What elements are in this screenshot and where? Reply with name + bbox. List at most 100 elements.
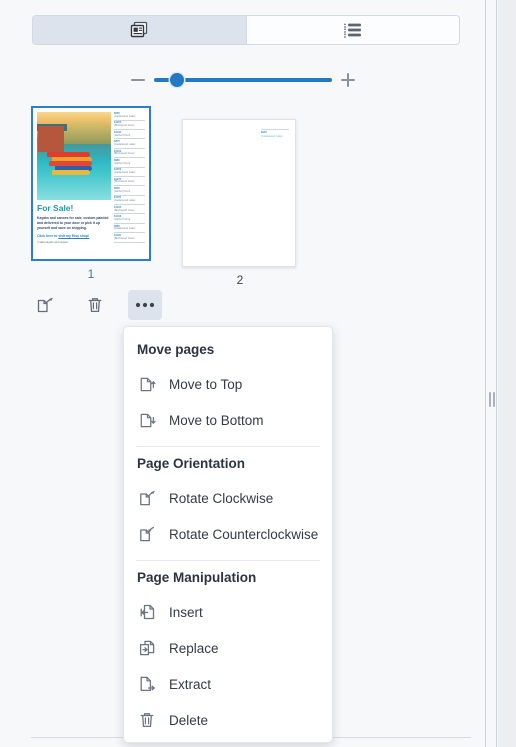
menu-item-replace[interactable]: Replace <box>124 630 332 666</box>
tab-list-view[interactable] <box>245 16 459 44</box>
flyer-link[interactable]: Click here to visit my Etsy shop! <box>37 234 111 238</box>
page-thumbnails-icon <box>130 21 149 39</box>
flyer-link-text[interactable]: visit my Etsy shop! <box>58 234 89 238</box>
flyer-price-location: (Harbor Point) <box>114 189 131 193</box>
zoom-in-button[interactable] <box>340 72 356 88</box>
flyer-price-entry: $900 (Harbor Point) <box>114 187 145 196</box>
menu-item-move-to-top[interactable]: Move to Top <box>124 366 332 402</box>
menu-item-delete[interactable]: Delete <box>124 702 332 738</box>
flyer-price-entry: $1200 (Birchwood Cove) <box>114 122 145 130</box>
flyer-price-rule <box>114 185 145 186</box>
flyer-body: Kayaks and canoes for sale, custom paint… <box>37 215 109 230</box>
page-thumbnail-1[interactable]: For Sale! Kayaks and canoes for sale, cu… <box>31 106 151 281</box>
flyer-price-entry: $1025 (Birchwood Cove) <box>114 206 145 214</box>
zoom-slider[interactable] <box>154 72 332 88</box>
flyer-price-entry: $1400 (Harbor Point) <box>114 215 145 224</box>
page-2-header-line2: (Cedarwood Lake) <box>261 134 283 138</box>
flyer-price-location: (Cedarwood Lake) <box>114 171 136 175</box>
zoom-out-button[interactable] <box>130 72 146 88</box>
menu-separator <box>136 560 320 561</box>
flyer-price-entry: $980 (Harbor Point) <box>114 159 145 168</box>
flyer-price-location: (Harbor Point) <box>114 161 131 165</box>
menu-item-label: Move to Top <box>169 376 243 392</box>
flyer-price-location: (Birchwood Cove) <box>114 152 135 156</box>
flyer-price-location: (Birchwood Cove) <box>114 180 135 184</box>
menu-item-move-to-bottom[interactable]: Move to Bottom <box>124 402 332 438</box>
flyer-price-rule <box>114 204 145 205</box>
menu-item-label: Replace <box>169 640 219 656</box>
flyer-price-entry: $1275 (Birchwood Cove) <box>114 178 145 186</box>
flyer-price-rule <box>114 232 145 233</box>
flyer-price-entry: $1150 (Cedarwood Lake) <box>114 197 145 205</box>
kayaks-photo <box>37 112 111 200</box>
flyer-price-rule <box>114 241 145 243</box>
ellipsis-icon <box>134 301 156 309</box>
flyer-price-entry: $1350 (Birchwood Cove) <box>114 150 145 158</box>
rotate-counterclockwise-icon <box>137 524 163 544</box>
extract-page-icon <box>137 674 163 694</box>
trash-icon <box>137 710 163 730</box>
panel-resize-handle-icon[interactable] <box>486 389 498 409</box>
more-options-button[interactable] <box>128 290 162 320</box>
thumbnail-zoom-control <box>130 70 356 90</box>
menu-item-insert[interactable]: Insert <box>124 594 332 630</box>
flyer-price-list: $950 (Cedarwood Lake) $1200 (Birchwood Cove… <box>114 112 145 255</box>
flyer-price-entry: $875 (Cedarwood Lake) <box>114 140 145 149</box>
flyer-price-location: (Cedarwood Lake) <box>114 227 136 231</box>
flyer-price-entry: $1050 (Cedarwood Lake) <box>114 168 145 177</box>
panel-divider-column <box>487 0 497 747</box>
flyer-price-location: (Cedarwood Lake) <box>114 114 136 118</box>
flyer-price-entry: $1100 (Harbor Point) <box>114 131 145 139</box>
flyer-link-prefix: Click here to <box>37 233 58 238</box>
menu-item-extract[interactable]: Extract <box>124 666 332 702</box>
document-viewer-edge <box>498 0 516 747</box>
page-action-bar <box>28 290 162 320</box>
menu-item-label: Move to Bottom <box>169 412 264 428</box>
delete-page-button[interactable] <box>78 290 112 320</box>
view-mode-toggle <box>32 15 460 45</box>
flyer-price-rule <box>114 222 145 224</box>
flyer-title: For Sale! <box>37 203 74 213</box>
menu-separator <box>136 446 320 447</box>
flyer-price-location: (Birchwood Cove) <box>114 236 135 240</box>
flyer-price-rule <box>114 147 145 149</box>
rotate-clockwise-icon <box>137 488 163 508</box>
page-1-preview: For Sale! Kayaks and canoes for sale, cu… <box>37 112 145 255</box>
page-thumbnail-2-frame[interactable]: $950 (Cedarwood Lake) <box>182 119 296 267</box>
page-number-label: 1 <box>87 267 95 281</box>
zoom-slider-thumb[interactable] <box>170 73 185 87</box>
flyer-price-rule <box>114 166 145 168</box>
flyer-price-rule <box>114 138 145 139</box>
menu-item-label: Rotate Counterclockwise <box>169 526 319 542</box>
page-thumbnail-2[interactable]: $950 (Cedarwood Lake) 2 <box>182 119 298 287</box>
rotate-page-button[interactable] <box>28 290 62 320</box>
flyer-price-rule <box>114 129 145 130</box>
page-arrow-down-icon <box>137 411 163 430</box>
replace-page-icon <box>137 638 163 658</box>
page-number-label: 2 <box>236 273 244 287</box>
menu-section-header: Page Orientation <box>137 456 246 471</box>
rotate-page-icon <box>35 295 55 315</box>
insert-page-icon <box>137 602 163 622</box>
menu-item-label: Rotate Clockwise <box>169 490 274 506</box>
flyer-caption: I make kayaks and canoes. <box>37 240 69 244</box>
list-view-icon <box>343 22 363 38</box>
menu-section-header: Move pages <box>137 342 215 357</box>
menu-item-rotate-counterclockwise[interactable]: Rotate Counterclockwise <box>124 516 332 552</box>
tab-thumbnail-view[interactable] <box>33 16 246 44</box>
flyer-price-rule <box>114 213 145 214</box>
flyer-price-location: (Harbor Point) <box>114 133 131 137</box>
menu-section-header: Page Manipulation <box>137 570 257 585</box>
page-2-preview: $950 (Cedarwood Lake) <box>261 129 289 138</box>
flyer-price-location: (Birchwood Cove) <box>114 208 135 212</box>
flyer-price-location: (Birchwood Cove) <box>114 124 135 128</box>
trash-icon <box>85 295 105 315</box>
flyer-price-entry: $860 (Cedarwood Lake) <box>114 225 145 233</box>
flyer-price-entry: $950 (Cedarwood Lake) <box>114 112 145 121</box>
menu-item-label: Insert <box>169 604 203 620</box>
page-thumbnail-1-frame[interactable]: For Sale! Kayaks and canoes for sale, cu… <box>31 106 151 261</box>
menu-item-rotate-clockwise[interactable]: Rotate Clockwise <box>124 480 332 516</box>
page-options-menu: Move pages Move to Top Move to Bottom Pag… <box>123 326 333 743</box>
flyer-main-column: For Sale! Kayaks and canoes for sale, cu… <box>37 112 111 255</box>
menu-item-label: Extract <box>169 676 212 692</box>
